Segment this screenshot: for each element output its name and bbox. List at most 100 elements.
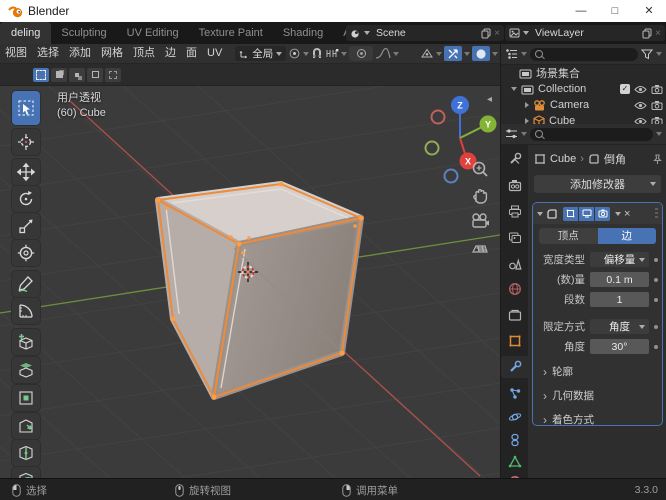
section-shading[interactable]: › 着色方式 [543, 412, 662, 427]
tool-scale[interactable] [12, 213, 40, 239]
display-render-toggle[interactable] [595, 206, 610, 221]
zoom-view-icon[interactable] [470, 159, 490, 179]
camera-view-icon[interactable] [470, 211, 490, 231]
outliner-row-scene-collection[interactable]: 场景集合 [501, 65, 666, 81]
orthographic-toggle-icon[interactable] [470, 237, 490, 257]
minimize-button[interactable]: — [564, 0, 598, 22]
collection-expand-icon[interactable] [511, 87, 517, 91]
modifier-extras-dropdown[interactable] [615, 211, 621, 216]
animate-dot[interactable] [654, 324, 658, 329]
select-mode-invert[interactable] [87, 67, 103, 82]
maximize-button[interactable]: □ [598, 0, 632, 22]
new-viewlayer-icon[interactable] [642, 28, 652, 39]
tab-edges[interactable]: 边 [597, 228, 656, 244]
angle-field[interactable]: 30° [590, 339, 649, 354]
viewport-3d[interactable]: 用户透视 (60) Cube Z Y X ◂ [0, 86, 500, 478]
segments-field[interactable]: 1 [590, 292, 649, 307]
tool-inset-faces[interactable] [12, 385, 40, 411]
snap-settings-dropdown[interactable] [325, 48, 348, 59]
expand-panel-icon[interactable] [537, 211, 543, 216]
tool-cursor[interactable] [12, 129, 40, 155]
tab-output[interactable] [501, 200, 528, 222]
falloff-dropdown[interactable] [375, 48, 400, 59]
tool-rotate[interactable] [12, 186, 40, 212]
outliner-row-cube[interactable]: Cube [501, 113, 666, 124]
workspace-tab-modeling[interactable]: deling [0, 22, 52, 44]
drag-handle-icon[interactable] [655, 208, 658, 219]
workspace-tab-sculpting[interactable]: Sculpting [51, 22, 116, 44]
select-mode-intersect[interactable] [105, 67, 121, 82]
pin-icon[interactable] [652, 153, 663, 165]
tool-knife[interactable] [12, 467, 40, 478]
gizmo-axis-x-neg[interactable] [430, 109, 446, 125]
tool-add-cube[interactable] [12, 329, 40, 355]
filter-icon[interactable] [641, 49, 653, 60]
display-editmode-toggle[interactable] [563, 206, 578, 221]
properties-search-input[interactable] [530, 127, 653, 141]
menu-view[interactable]: 视图 [0, 44, 32, 63]
tool-move[interactable] [12, 159, 40, 185]
tool-transform[interactable] [12, 240, 40, 266]
gizmo-axis-z-neg[interactable] [443, 168, 459, 184]
outliner-search-input[interactable] [530, 47, 638, 61]
limit-method-dropdown[interactable]: 角度 [590, 319, 649, 334]
animate-dot[interactable] [654, 297, 658, 302]
tool-loop-cut[interactable] [12, 440, 40, 466]
menu-mesh[interactable]: 网格 [96, 44, 128, 63]
tab-view-layer[interactable] [501, 226, 528, 248]
amount-field[interactable]: 0.1 m [590, 272, 649, 287]
breadcrumb-modifier[interactable]: 倒角 [604, 151, 626, 167]
tab-vertices[interactable]: 顶点 [539, 228, 598, 244]
animate-dot[interactable] [654, 257, 658, 262]
camera-expand-icon[interactable] [525, 102, 529, 108]
select-mode-subtract[interactable] [69, 67, 85, 82]
select-mode-extend[interactable] [51, 67, 67, 82]
tab-tool[interactable] [501, 148, 528, 170]
show-gizmo-icon[interactable] [420, 48, 434, 59]
gizmo-axis-y-neg[interactable] [424, 140, 440, 156]
tab-scene[interactable] [501, 252, 528, 274]
outliner-row-collection[interactable]: Collection ✓ [501, 81, 666, 97]
scene-selector[interactable]: Scene × [346, 25, 504, 41]
animate-dot[interactable] [654, 344, 658, 349]
tab-constraints[interactable] [501, 429, 528, 451]
section-geometry[interactable]: › 几何数据 [543, 388, 662, 403]
hide-eye-icon[interactable] [634, 117, 647, 125]
tab-object[interactable] [501, 330, 528, 352]
collection-checkbox[interactable]: ✓ [620, 84, 630, 94]
menu-select[interactable]: 选择 [32, 44, 64, 63]
remove-viewlayer-icon[interactable]: × [655, 28, 661, 39]
hide-eye-icon[interactable] [634, 85, 647, 94]
tab-collection[interactable] [501, 304, 528, 326]
disable-render-icon[interactable] [651, 100, 663, 110]
tab-world[interactable] [501, 278, 528, 300]
outliner-row-camera[interactable]: Camera [501, 97, 666, 113]
tool-extrude-region[interactable] [12, 357, 40, 383]
breadcrumb-object[interactable]: Cube [550, 153, 576, 165]
disable-render-icon[interactable] [651, 84, 663, 94]
xray-toggle[interactable] [444, 46, 462, 61]
tab-modifiers[interactable] [501, 356, 528, 378]
menu-face[interactable]: 面 [181, 44, 202, 63]
add-modifier-button[interactable]: 添加修改器 [534, 175, 661, 193]
cube-object[interactable] [155, 181, 364, 400]
menu-uv[interactable]: UV [202, 44, 227, 63]
proportional-editing-toggle[interactable] [349, 46, 374, 61]
unlink-scene-icon[interactable]: × [494, 28, 500, 39]
outliner-editor-icon[interactable] [505, 48, 518, 60]
section-profile[interactable]: › 轮廓 [543, 364, 662, 379]
tab-render[interactable] [501, 174, 528, 196]
width-type-dropdown[interactable]: 偏移量 [590, 252, 649, 267]
tab-physics[interactable] [501, 406, 528, 428]
snap-magnet-icon[interactable] [311, 47, 323, 60]
tab-object-data[interactable] [501, 450, 528, 472]
hide-eye-icon[interactable] [634, 101, 647, 110]
animate-dot[interactable] [654, 277, 658, 282]
disable-render-icon[interactable] [651, 116, 663, 124]
pan-view-icon[interactable] [470, 185, 490, 205]
sidebar-toggle-icon[interactable]: ◂ [487, 94, 492, 105]
workspace-tab-shading[interactable]: Shading [273, 22, 333, 44]
pivot-point-dropdown[interactable] [288, 47, 310, 60]
select-mode-set[interactable] [33, 67, 49, 82]
tool-measure[interactable] [12, 298, 40, 324]
